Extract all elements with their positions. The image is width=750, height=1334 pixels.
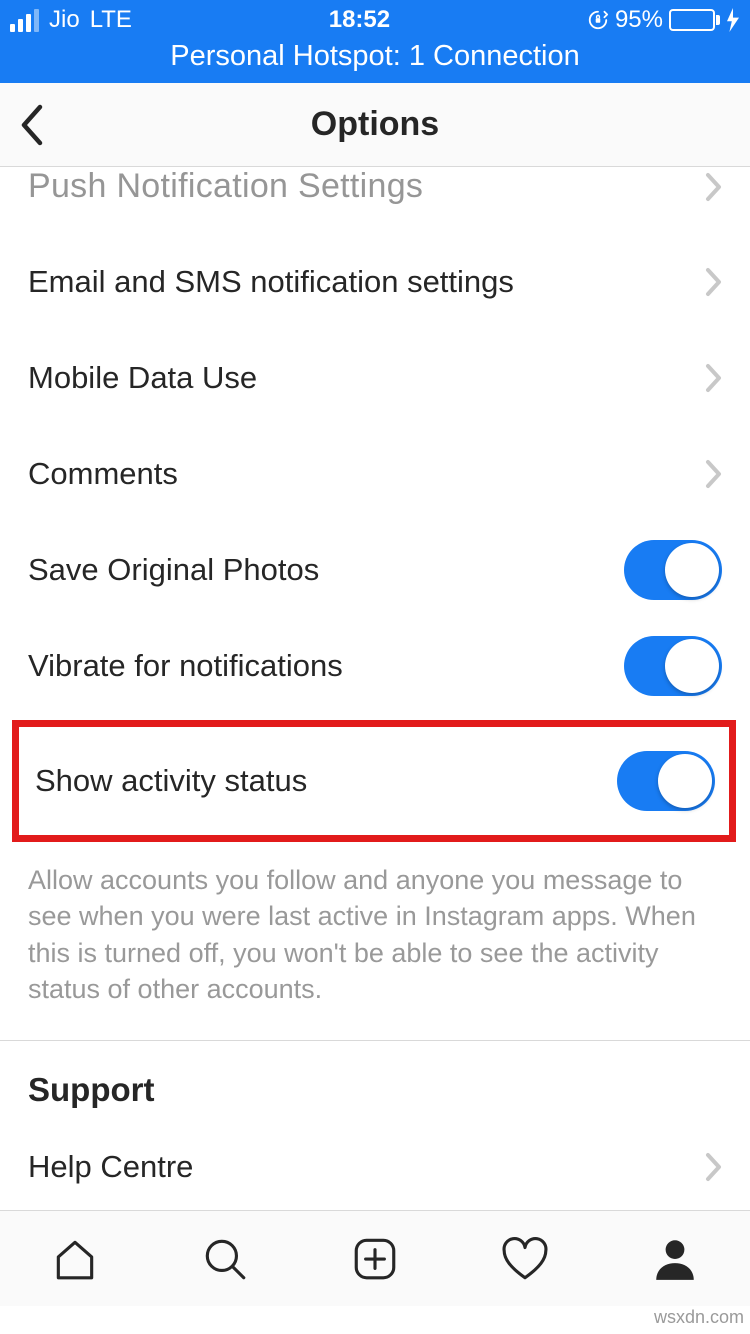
hotspot-banner[interactable]: Personal Hotspot: 1 Connection xyxy=(0,40,750,83)
row-label: Mobile Data Use xyxy=(28,360,257,396)
orientation-lock-icon xyxy=(587,9,609,31)
row-vibrate: Vibrate for notifications xyxy=(0,618,750,714)
chevron-right-icon xyxy=(704,459,722,489)
signal-icon xyxy=(10,8,39,32)
options-list: Push Notification Settings Email and SMS… xyxy=(0,167,750,1239)
toggle-save-photos[interactable] xyxy=(624,540,722,600)
chevron-right-icon xyxy=(704,363,722,393)
tab-profile[interactable] xyxy=(647,1231,703,1287)
status-bar: Jio LTE 18:52 95% xyxy=(0,0,750,40)
row-help-centre[interactable]: Help Centre xyxy=(0,1119,750,1215)
battery-percent: 95% xyxy=(615,6,663,34)
row-label: Push Notification Settings xyxy=(28,167,423,206)
watermark: wsxdn.com xyxy=(654,1307,744,1328)
person-icon xyxy=(650,1234,700,1284)
charging-icon xyxy=(726,8,740,32)
chevron-right-icon xyxy=(704,172,722,202)
chevron-right-icon xyxy=(704,1152,722,1182)
row-comments[interactable]: Comments xyxy=(0,426,750,522)
section-support: Support xyxy=(0,1041,750,1119)
search-icon xyxy=(200,1234,250,1284)
heart-icon xyxy=(500,1234,550,1284)
clock: 18:52 xyxy=(132,6,587,34)
row-label: Vibrate for notifications xyxy=(28,648,343,684)
row-mobile-data[interactable]: Mobile Data Use xyxy=(0,330,750,426)
battery-icon xyxy=(669,9,720,31)
toggle-vibrate[interactable] xyxy=(624,636,722,696)
tab-bar xyxy=(0,1210,750,1306)
tab-create[interactable] xyxy=(347,1231,403,1287)
row-save-photos: Save Original Photos xyxy=(0,522,750,618)
page-title: Options xyxy=(0,105,750,144)
nav-header: Options xyxy=(0,83,750,167)
chevron-left-icon xyxy=(18,103,44,147)
row-activity-status: Show activity status xyxy=(12,720,736,842)
row-label: Show activity status xyxy=(35,763,307,799)
row-label: Save Original Photos xyxy=(28,552,319,588)
row-label: Comments xyxy=(28,456,178,492)
tab-activity[interactable] xyxy=(497,1231,553,1287)
toggle-activity-status[interactable] xyxy=(617,751,715,811)
tab-search[interactable] xyxy=(197,1231,253,1287)
carrier-label: Jio xyxy=(49,6,80,34)
activity-status-description: Allow accounts you follow and anyone you… xyxy=(0,848,750,1040)
chevron-right-icon xyxy=(704,267,722,297)
row-push-notifications[interactable]: Push Notification Settings xyxy=(0,167,750,234)
back-button[interactable] xyxy=(18,103,44,147)
row-label: Help Centre xyxy=(28,1149,193,1185)
network-label: LTE xyxy=(90,6,132,34)
row-label: Email and SMS notification settings xyxy=(28,264,514,300)
tab-home[interactable] xyxy=(47,1231,103,1287)
home-icon xyxy=(50,1234,100,1284)
row-email-sms[interactable]: Email and SMS notification settings xyxy=(0,234,750,330)
plus-square-icon xyxy=(350,1234,400,1284)
